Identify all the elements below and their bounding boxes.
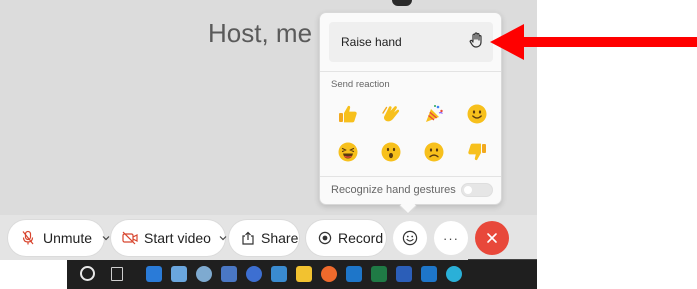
popup-divider [320, 71, 501, 72]
chevron-down-icon [102, 235, 110, 241]
reaction-clap-button[interactable] [369, 95, 412, 133]
reaction-surprised-button[interactable] [369, 133, 412, 171]
emoji-icon [402, 230, 418, 246]
annotation-arrow-head [490, 24, 524, 60]
thumbs-down-icon [467, 143, 486, 161]
popup-divider [320, 176, 501, 177]
start-icon[interactable] [80, 266, 95, 281]
browser-icon[interactable] [446, 266, 462, 282]
clap-icon [381, 106, 399, 122]
chevron-down-icon [219, 235, 227, 241]
video-off-icon [122, 231, 138, 245]
mail-icon[interactable] [146, 266, 162, 282]
start-video-button[interactable]: Start video [111, 220, 227, 256]
taskbar-edge [468, 259, 537, 289]
thumbs-up-icon [338, 105, 357, 123]
reaction-laugh-button[interactable] [326, 133, 369, 171]
sad-icon [424, 142, 443, 162]
leave-meeting-button[interactable] [475, 221, 509, 255]
more-label: ··· [443, 230, 459, 246]
hand-gestures-label: Recognize hand gestures [331, 184, 456, 196]
share-button[interactable]: Share [229, 220, 299, 256]
laugh-icon [338, 142, 357, 162]
reaction-sad-button[interactable] [412, 133, 455, 171]
participant-name: Host, me [208, 18, 313, 48]
microphone-muted-icon [21, 230, 35, 246]
send-reaction-heading: Send reaction [331, 79, 390, 90]
annotation-arrow [520, 37, 697, 47]
firefox-icon[interactable] [321, 266, 337, 282]
party-popper-icon [425, 105, 443, 122]
surprised-icon [381, 142, 400, 162]
record-label: Record [338, 230, 384, 246]
reaction-thumbs-down-button[interactable] [455, 133, 498, 171]
close-icon [486, 232, 498, 244]
share-icon [241, 231, 255, 245]
hand-icon [469, 31, 483, 53]
file-explorer-icon[interactable] [296, 266, 312, 282]
more-options-button[interactable]: ··· [434, 221, 468, 255]
record-icon [318, 231, 332, 245]
search-icon[interactable] [196, 266, 212, 282]
start-video-label: Start video [144, 230, 211, 246]
share-label: Share [261, 230, 299, 246]
calculator-icon[interactable] [271, 266, 287, 282]
raise-hand-button[interactable]: Raise hand [329, 22, 493, 62]
smile-icon [467, 104, 486, 124]
sas-icon[interactable] [221, 266, 237, 282]
word-icon[interactable] [396, 266, 412, 282]
reaction-thumbs-up-button[interactable] [326, 95, 369, 133]
outlook-icon[interactable] [346, 266, 362, 282]
task-view-icon[interactable] [111, 267, 123, 281]
photos-icon[interactable] [171, 266, 187, 282]
excel-icon[interactable] [371, 266, 387, 282]
toggle-knob [464, 186, 472, 194]
reaction-celebrate-button[interactable] [412, 95, 455, 133]
reactions-grid [326, 95, 498, 171]
reactions-button[interactable] [393, 221, 427, 255]
reaction-smile-button[interactable] [455, 95, 498, 133]
unmute-label: Unmute [43, 230, 93, 246]
hand-gestures-toggle[interactable] [461, 183, 493, 197]
record-button[interactable]: Record [306, 220, 386, 256]
reactions-popup: Raise hand Send reaction Recognize hand … [319, 12, 502, 205]
screen: Host, me Raise hand Send reaction Recogn… [0, 0, 697, 289]
raise-hand-label: Raise hand [341, 35, 402, 49]
video-tile-edge [392, 0, 412, 6]
hand-gestures-row: Recognize hand gestures [331, 183, 493, 197]
unmute-button[interactable]: Unmute [8, 220, 110, 256]
outlook-icon-2[interactable] [421, 266, 437, 282]
app-icon[interactable] [246, 266, 262, 282]
